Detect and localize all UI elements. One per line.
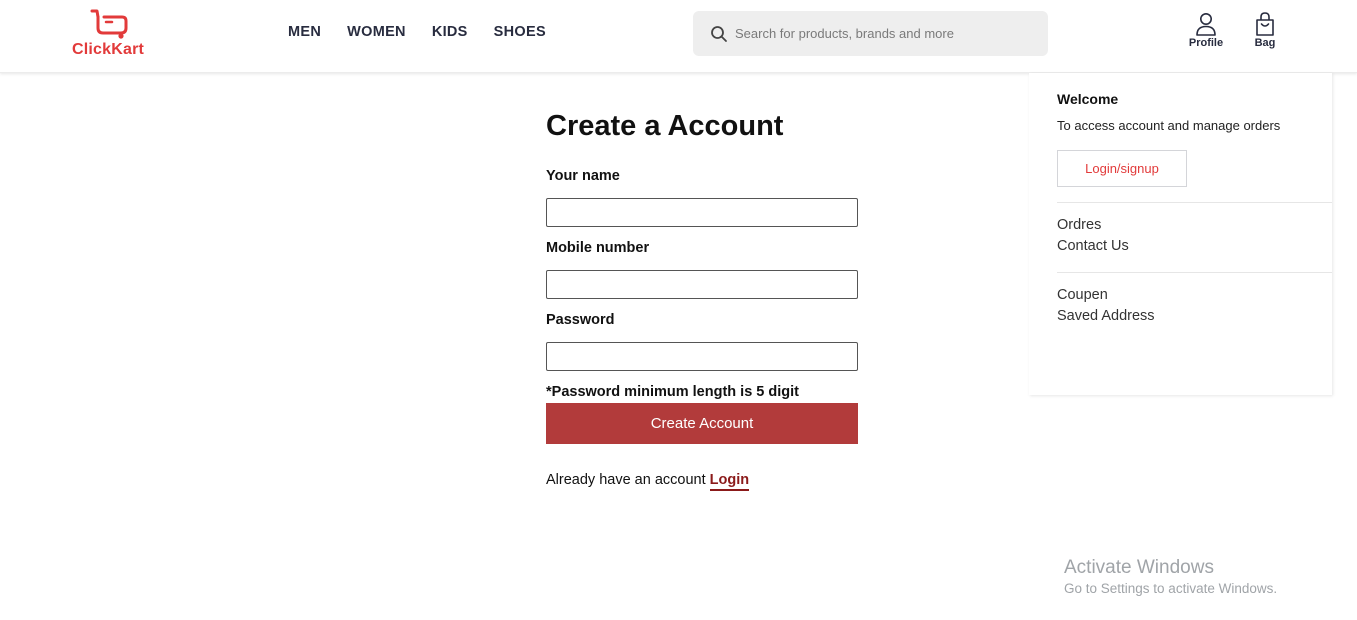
cart-icon: [90, 9, 128, 39]
search-input[interactable]: [735, 23, 1035, 44]
create-account-button[interactable]: Create Account: [546, 403, 858, 444]
nav-item-kids[interactable]: KIDS: [432, 24, 468, 40]
bag-icon: [1256, 12, 1274, 36]
search-icon: [711, 26, 727, 42]
panel-link-contact-us[interactable]: Contact Us: [1057, 238, 1129, 254]
profile-label: Profile: [1188, 37, 1224, 49]
bag-button[interactable]: Bag: [1240, 12, 1290, 49]
already-text: Already have an account: [546, 472, 706, 488]
already-have-account: Already have an account Login: [546, 472, 750, 491]
brand-name: ClickKart: [72, 41, 145, 58]
nav-item-men[interactable]: MEN: [288, 24, 321, 40]
brand-logo[interactable]: ClickKart: [72, 8, 152, 60]
activate-windows-watermark: Activate Windows Go to Settings to activ…: [1064, 557, 1277, 596]
panel-link-orders[interactable]: Ordres: [1057, 217, 1101, 233]
panel-divider: [1057, 202, 1332, 203]
panel-link-coupon[interactable]: Coupen: [1057, 287, 1108, 303]
nav-item-shoes[interactable]: SHOES: [494, 24, 546, 40]
nav-item-women[interactable]: WOMEN: [347, 24, 406, 40]
user-icon: [1196, 13, 1216, 36]
bag-label: Bag: [1254, 37, 1276, 49]
password-hint: *Password minimum length is 5 digit: [546, 384, 799, 400]
panel-subtitle: To access account and manage orders: [1057, 118, 1281, 133]
page-title: Create a Account: [546, 110, 784, 142]
name-label: Your name: [546, 168, 620, 184]
site-header: ClickKart MEN WOMEN KIDS SHOES Profile B…: [0, 0, 1357, 73]
panel-title: Welcome: [1057, 91, 1119, 107]
profile-dropdown: Welcome To access account and manage ord…: [1029, 73, 1332, 395]
login-signup-button[interactable]: Login/signup: [1057, 150, 1187, 187]
main-nav: MEN WOMEN KIDS SHOES: [288, 24, 572, 40]
panel-link-saved-address[interactable]: Saved Address: [1057, 308, 1155, 324]
watermark-title: Activate Windows: [1064, 557, 1214, 578]
password-field[interactable]: [546, 342, 858, 371]
login-link[interactable]: Login: [709, 472, 750, 491]
panel-divider: [1057, 272, 1332, 273]
password-label: Password: [546, 312, 615, 328]
profile-button[interactable]: Profile: [1181, 12, 1231, 49]
name-field[interactable]: [546, 198, 858, 227]
search-bar[interactable]: [693, 11, 1048, 56]
watermark-subtitle: Go to Settings to activate Windows.: [1064, 581, 1278, 596]
mobile-field[interactable]: [546, 270, 858, 299]
mobile-label: Mobile number: [546, 240, 650, 256]
